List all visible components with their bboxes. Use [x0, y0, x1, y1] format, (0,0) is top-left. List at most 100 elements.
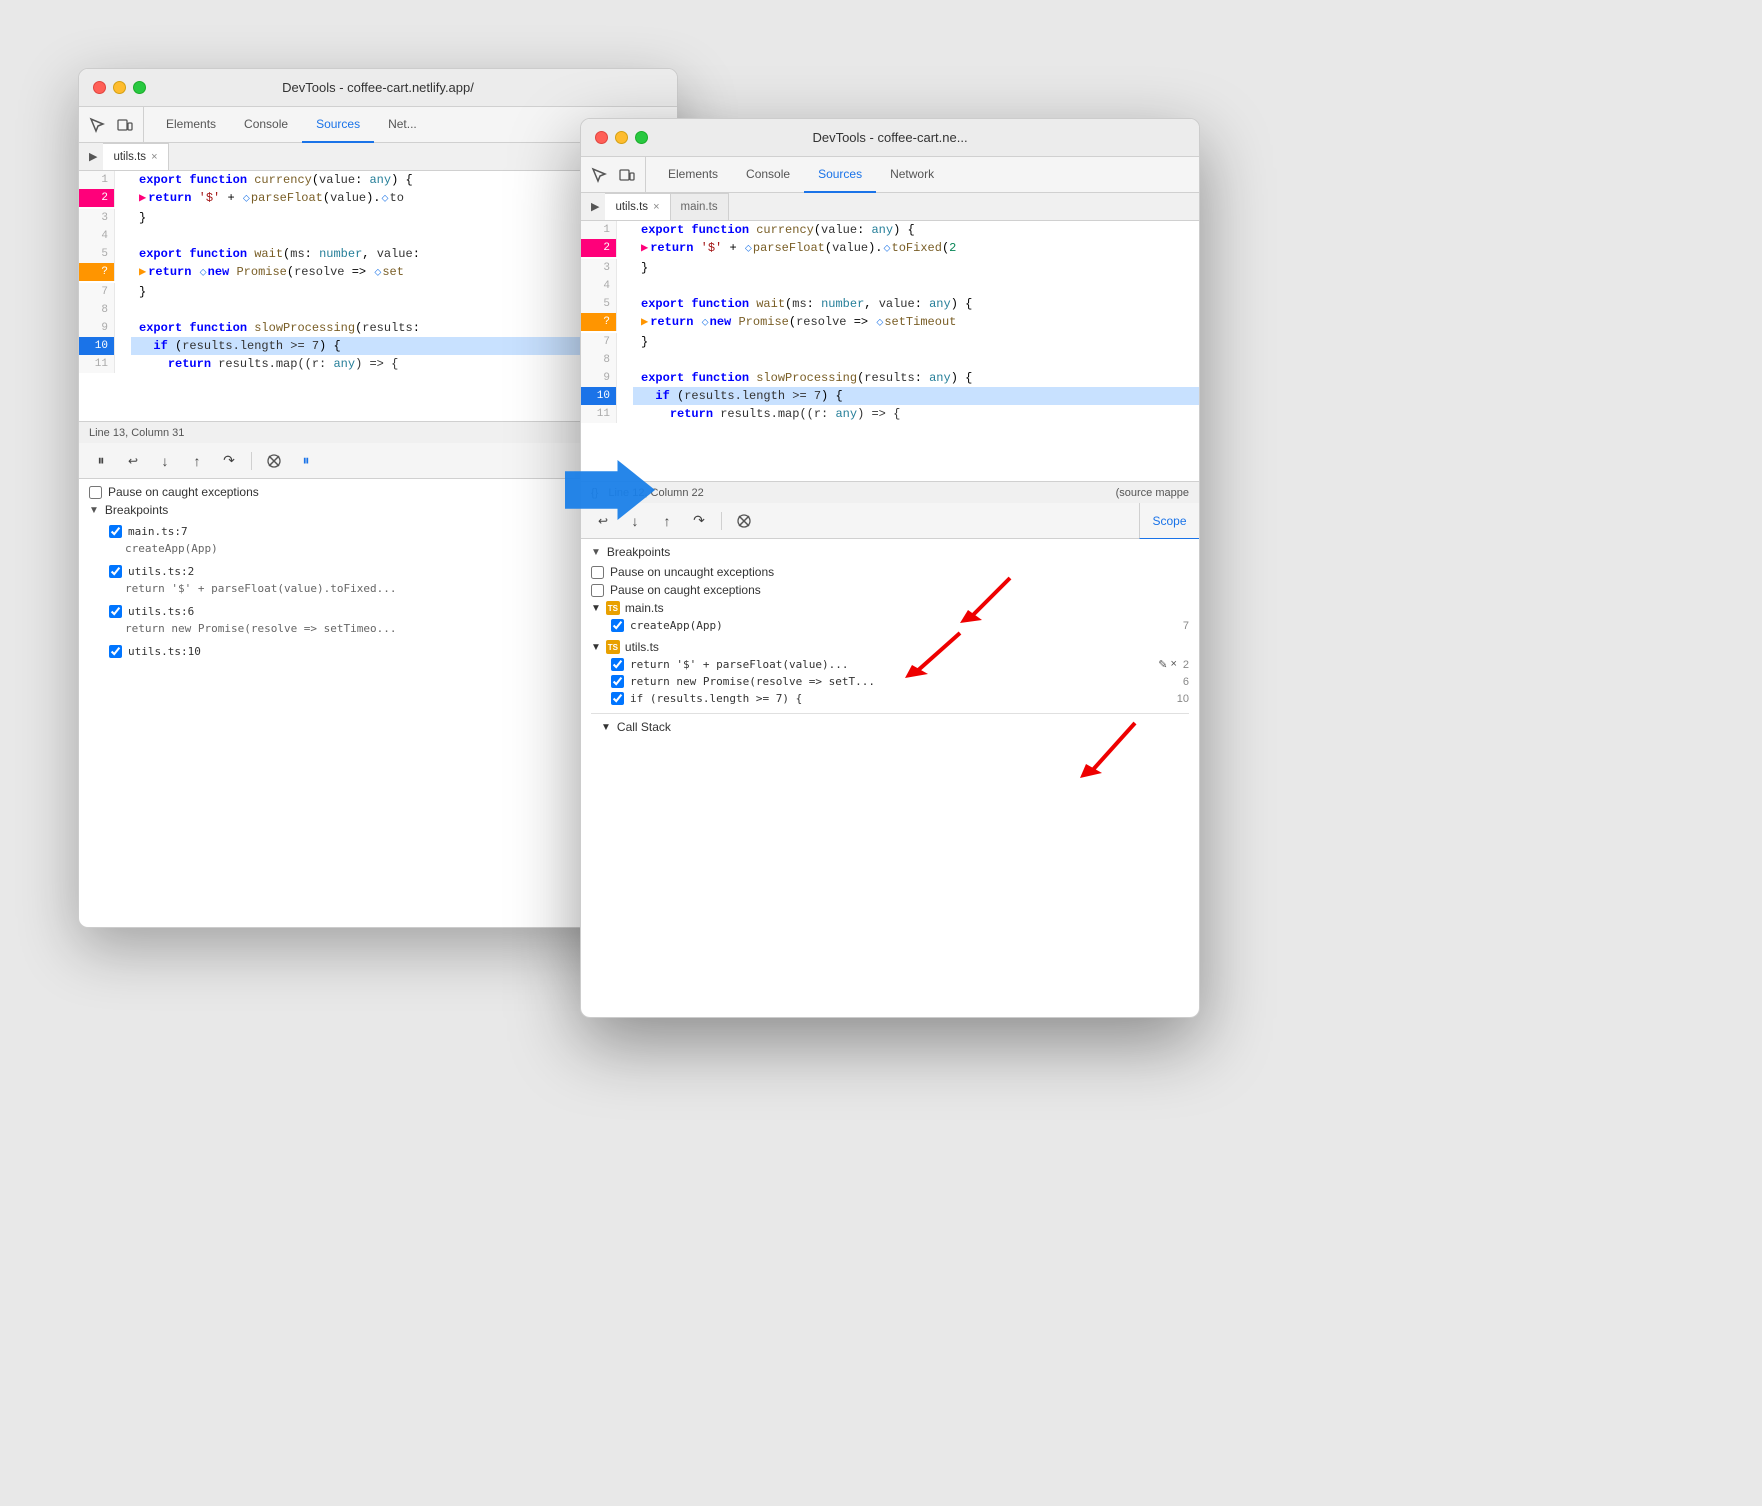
filetabs-front: ▶ utils.ts × main.ts	[581, 193, 1199, 221]
bp-check-utils2[interactable]	[109, 565, 122, 578]
step-out-button[interactable]: ↑	[185, 449, 209, 473]
device-toggle-icon-front[interactable]	[617, 165, 637, 185]
bp-filename-utils: utils.ts	[625, 640, 659, 654]
code-line-f4: 4	[581, 277, 1199, 295]
close-button-front[interactable]	[595, 131, 608, 144]
tab-sources-front[interactable]: Sources	[804, 157, 876, 193]
bp-check-front-utils6[interactable]	[611, 675, 624, 688]
filetab-utils-front[interactable]: utils.ts ×	[605, 193, 670, 220]
red-arrow-2	[890, 628, 970, 688]
titlebar-front: DevTools - coffee-cart.ne...	[581, 119, 1199, 157]
bp-check-main7[interactable]	[109, 525, 122, 538]
pause-caught-row-front: Pause on caught exceptions	[591, 583, 1189, 597]
bp-linenum-utils10: 10	[1177, 693, 1189, 705]
filetab-label-main: main.ts	[681, 201, 718, 213]
traffic-lights-back	[93, 81, 146, 94]
code-line-f5: 5 export function wait(ms: number, value…	[581, 295, 1199, 313]
tab-console-back[interactable]: Console	[230, 107, 302, 143]
code-line-f2: 2 ▶return '$' + ⬦parseFloat(value).⬦toFi…	[581, 239, 1199, 259]
call-stack-label: Call Stack	[617, 720, 671, 734]
deactivate-button-front[interactable]	[732, 509, 756, 533]
window-title-back: DevTools - coffee-cart.netlify.app/	[282, 80, 474, 95]
pause-caught-checkbox-front[interactable]	[591, 584, 604, 597]
bp-entry-front-utils10: if (results.length >= 7) { 10	[591, 690, 1189, 707]
fullscreen-button[interactable]	[133, 81, 146, 94]
call-stack-arrow: ▼	[601, 722, 611, 733]
devtools-window-front: DevTools - coffee-cart.ne... Elements Co…	[580, 118, 1200, 1018]
scope-tab[interactable]: Scope	[1139, 503, 1199, 539]
deactivate-button[interactable]	[262, 449, 286, 473]
minimize-button[interactable]	[113, 81, 126, 94]
code-line-f11: 11 return results.map((r: any) => {	[581, 405, 1199, 423]
bp-filename-main: main.ts	[625, 601, 664, 615]
code-line-f10: 10 if (results.length >= 7) {	[581, 387, 1199, 405]
toolbar-sep-front	[721, 512, 722, 530]
tab-elements-front[interactable]: Elements	[654, 157, 732, 193]
device-toggle-icon[interactable]	[115, 115, 135, 135]
step-over-button-front[interactable]: ↷	[687, 509, 711, 533]
utils-ts-icon: TS	[606, 640, 620, 654]
bp-check-utils6[interactable]	[109, 605, 122, 618]
play-pause-button[interactable]: ⏸	[294, 449, 318, 473]
tab-console-front[interactable]: Console	[732, 157, 804, 193]
code-line-f8: 8	[581, 351, 1199, 369]
toolbar-sep	[251, 452, 252, 470]
devtools-icons-front	[589, 157, 646, 192]
bp-arrow-back: ▼	[89, 505, 99, 516]
pause-caught-label-front: Pause on caught exceptions	[610, 583, 761, 597]
filetabs-toggle-front[interactable]: ▶	[585, 193, 605, 220]
devtools-icons	[87, 107, 144, 142]
bp-check-utils10[interactable]	[109, 645, 122, 658]
step-over-button[interactable]: ↷	[217, 449, 241, 473]
step-into-button[interactable]: ↓	[153, 449, 177, 473]
filetab-label-back: utils.ts	[113, 151, 146, 163]
step-back-button[interactable]: ↩	[121, 449, 145, 473]
traffic-lights-front	[595, 131, 648, 144]
statusbar-front: {} Line 12, Column 22 (source mappe	[581, 481, 1199, 503]
pause-uncaught-label: Pause on uncaught exceptions	[610, 565, 774, 579]
pause-button-back[interactable]: ⏸	[89, 449, 113, 473]
red-arrow-3	[1060, 718, 1140, 788]
filetab-close-back[interactable]: ×	[151, 151, 157, 163]
bp-text-utils10: if (results.length >= 7) {	[630, 692, 1171, 705]
cursor-position-back: Line 13, Column 31	[89, 427, 184, 439]
bp-arrow-front: ▼	[591, 547, 601, 558]
delete-icon[interactable]: ×	[1170, 658, 1176, 671]
filetab-close-utils[interactable]: ×	[653, 201, 659, 213]
pause-uncaught-checkbox[interactable]	[591, 566, 604, 579]
pause-caught-checkbox-back[interactable]	[89, 486, 102, 499]
breakpoints-header-front[interactable]: ▼ Breakpoints	[591, 545, 1189, 559]
bp-group-header-main[interactable]: ▼ TS main.ts	[591, 601, 1189, 615]
bp-edit-icons: ✎ ×	[1158, 658, 1177, 671]
tabbar-front: Elements Console Sources Network	[581, 157, 1199, 193]
bp-check-front-utils2[interactable]	[611, 658, 624, 671]
blue-arrow	[560, 460, 660, 520]
breakpoints-label-front: Breakpoints	[607, 545, 670, 559]
filetab-utils-back[interactable]: utils.ts ×	[103, 143, 168, 170]
edit-icon[interactable]: ✎	[1158, 658, 1167, 671]
minimize-button-front[interactable]	[615, 131, 628, 144]
filetab-main-front[interactable]: main.ts	[671, 193, 729, 220]
tab-sources-back[interactable]: Sources	[302, 107, 374, 143]
bp-check-front-main7[interactable]	[611, 619, 624, 632]
bp-check-front-utils10[interactable]	[611, 692, 624, 705]
filetabs-toggle-back[interactable]: ▶	[83, 143, 103, 170]
close-button[interactable]	[93, 81, 106, 94]
breakpoints-label-back: Breakpoints	[105, 503, 168, 517]
select-element-icon[interactable]	[87, 115, 107, 135]
pause-caught-label-back: Pause on caught exceptions	[108, 485, 259, 499]
filetab-label-utils: utils.ts	[615, 201, 648, 213]
tab-network-front[interactable]: Network	[876, 157, 948, 193]
select-element-icon-front[interactable]	[589, 165, 609, 185]
bp-linenum-utils6: 6	[1183, 676, 1189, 688]
code-area-front: 1 export function currency(value: any) {…	[581, 221, 1199, 481]
code-line-f6: ? ▶return ⬦new Promise(resolve => ⬦setTi…	[581, 313, 1199, 333]
titlebar-back: DevTools - coffee-cart.netlify.app/	[79, 69, 677, 107]
fullscreen-button-front[interactable]	[635, 131, 648, 144]
window-title-front: DevTools - coffee-cart.ne...	[812, 130, 967, 145]
code-line-f7: 7 }	[581, 333, 1199, 351]
tab-elements-back[interactable]: Elements	[152, 107, 230, 143]
bp-triangle-main: ▼	[591, 603, 601, 614]
bp-triangle-utils: ▼	[591, 642, 601, 653]
tab-network-back[interactable]: Net...	[374, 107, 431, 143]
